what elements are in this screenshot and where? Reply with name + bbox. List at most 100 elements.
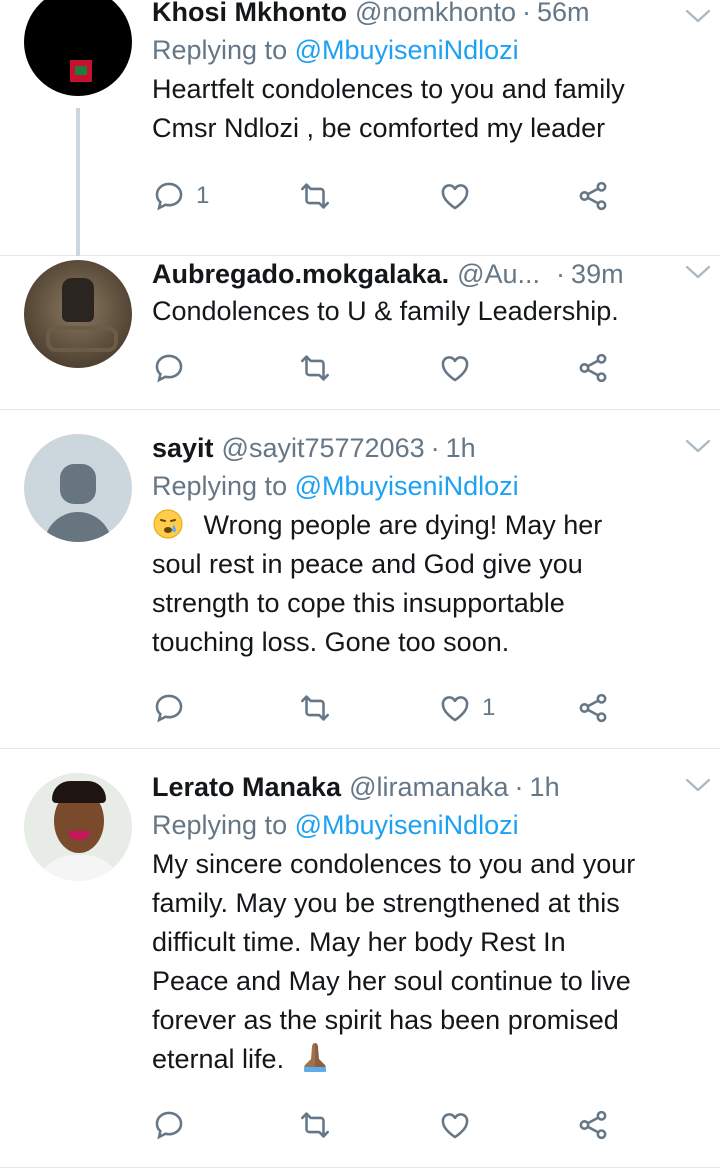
retweet-button[interactable] [298,688,332,728]
like-button[interactable]: 1 [438,688,495,728]
tweet-actions [152,1105,632,1145]
retweet-button[interactable] [298,1105,332,1145]
tweet-text-line: Peace and May her soul continue to live [152,966,631,996]
display-name[interactable]: Khosi Mkhonto [152,0,347,28]
separator-dot: · [514,771,524,802]
default-avatar-head [60,464,96,504]
replying-prefix: Replying to [152,810,288,840]
tweet-text-last: eternal life. [152,1044,285,1074]
share-button[interactable] [576,1105,610,1145]
folded-hands-emoji-icon [303,1043,326,1072]
tweet-text-line: Wrong people are dying! May her [152,506,700,545]
replying-prefix: Replying to [152,471,288,501]
tweet-text: Heartfelt condolences to you and family … [152,70,700,148]
display-name[interactable]: Aubregado.mokgalaka. [152,259,449,290]
separator-dot: · [556,258,566,289]
retweet-button[interactable] [298,176,332,216]
tweet-text-line: Cmsr Ndlozi , be comforted my leader [152,113,606,143]
thread-line [76,108,80,256]
tweet-aubregado[interactable]: Aubregado.mokgalaka. @Au... · 39m Condol… [0,256,720,410]
separator-dot: · [521,0,531,27]
tweet-sayit[interactable]: sayit @sayit75772063 · 1h Replying to @M… [0,410,720,749]
mention-link[interactable]: @MbuyiseniNdlozi [295,471,519,501]
reply-icon [152,179,186,213]
retweet-icon [298,691,332,725]
tweet-text: My sincere condolences to you and your f… [152,845,700,1079]
avatar[interactable] [24,434,132,542]
chevron-down-icon[interactable] [684,6,712,26]
retweet-icon [298,179,332,213]
replying-to: Replying to @MbuyiseniNdlozi [152,30,700,70]
chain-icon [46,326,118,352]
reply-icon [152,351,186,385]
separator-dot: · [430,432,440,463]
replying-to: Replying to @MbuyiseniNdlozi [152,805,700,845]
display-name[interactable]: Lerato Manaka [152,772,341,803]
username[interactable]: @liramanaka [349,772,508,803]
reply-button[interactable] [152,348,196,388]
share-button[interactable] [576,176,610,216]
tweet-text-line: family. May you be strengthened at this [152,888,620,918]
share-button[interactable] [576,348,610,388]
like-button[interactable] [438,176,482,216]
like-button[interactable] [438,348,482,388]
retweet-button[interactable] [298,348,332,388]
replying-prefix: Replying to [152,35,288,65]
username[interactable]: @Au... [457,259,540,290]
like-icon [438,691,472,725]
tweet-khosi[interactable]: Khosi Mkhonto @nomkhonto · 56m Replying … [0,0,720,256]
tweet-text-first: Wrong people are dying! May her [203,510,603,540]
avatar[interactable] [24,260,132,368]
like-count: 1 [482,694,496,721]
avatar[interactable] [24,773,132,881]
flag-icon [70,60,92,82]
tweet-text-line: touching loss. Gone too soon. [152,627,510,657]
display-name[interactable]: sayit [152,433,214,464]
tweet-lerato[interactable]: Lerato Manaka @liramanaka · 1h Replying … [0,749,720,1168]
timestamp[interactable]: 39m [571,259,624,290]
timestamp[interactable]: 56m [537,0,590,28]
tweet-text-line: soul rest in peace and God give you [152,549,583,579]
retweet-icon [298,1108,332,1142]
tweet-text-line: strength to cope this insupportable [152,588,565,618]
avatar[interactable] [24,0,132,96]
mention-link[interactable]: @MbuyiseniNdlozi [295,810,519,840]
share-icon [576,351,610,385]
like-icon [438,351,472,385]
tweet-header: Aubregado.mokgalaka. @Au... · 39m [152,256,700,292]
replying-to: Replying to @MbuyiseniNdlozi [152,466,700,506]
share-icon [576,179,610,213]
reply-button[interactable] [152,1105,196,1145]
tweet-text-line: My sincere condolences to you and your [152,849,636,879]
tweet-header: Khosi Mkhonto @nomkhonto · 56m [152,0,700,30]
share-button[interactable] [576,688,610,728]
hair-shape [52,781,106,803]
tweet-header: sayit @sayit75772063 · 1h [152,430,700,466]
like-icon [438,179,472,213]
chevron-down-icon[interactable] [684,436,712,456]
timestamp[interactable]: 1h [530,772,560,803]
default-avatar-body [44,512,112,542]
chevron-down-icon[interactable] [684,775,712,795]
tweet-text-line: Condolences to U & family Leadership. [152,296,619,326]
reply-button[interactable] [152,688,196,728]
like-icon [438,1108,472,1142]
tweet-text-line: forever as the spirit has been promised [152,1005,619,1035]
tweet-header: Lerato Manaka @liramanaka · 1h [152,769,700,805]
tweet-actions: 1 [152,688,632,728]
like-button[interactable] [438,1105,482,1145]
chevron-down-icon[interactable] [684,262,712,282]
tweet-text-line: difficult time. May her body Rest In [152,927,566,957]
timestamp[interactable]: 1h [446,433,476,464]
username[interactable]: @nomkhonto [355,0,516,28]
fist-icon [62,278,94,322]
mention-link[interactable]: @MbuyiseniNdlozi [295,35,519,65]
tweet-text: Condolences to U & family Leadership. [152,292,700,331]
retweet-icon [298,351,332,385]
username[interactable]: @sayit75772063 [222,433,425,464]
reply-icon [152,1108,186,1142]
reply-icon [152,691,186,725]
reply-button[interactable]: 1 [152,176,209,216]
crying-face-emoji-icon [153,509,183,539]
share-icon [576,691,610,725]
